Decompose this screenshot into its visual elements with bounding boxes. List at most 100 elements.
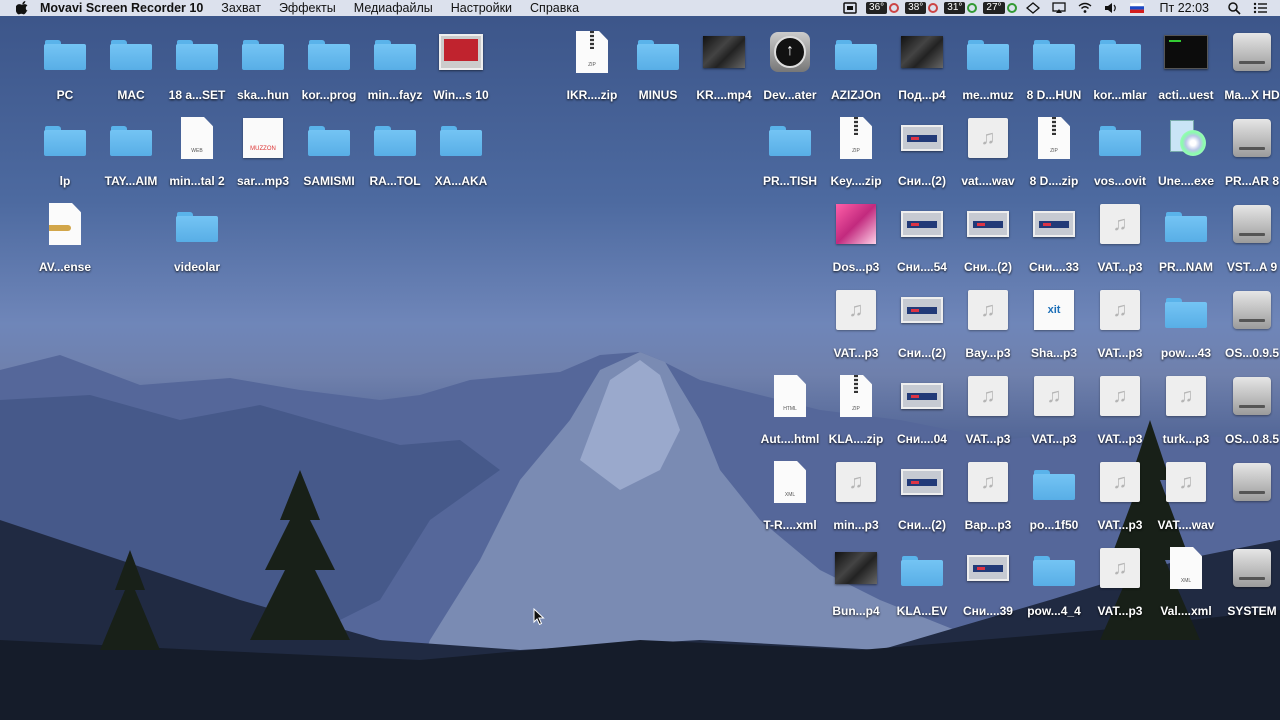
battery-temp-indicator[interactable]: 27° xyxy=(983,2,1017,14)
drive-icon xyxy=(1230,202,1274,246)
desktop-item-label: 18 a...SET xyxy=(168,88,226,102)
folder-icon xyxy=(43,116,87,160)
drive-icon xyxy=(1230,374,1274,418)
screenshot-icon xyxy=(966,546,1010,590)
desktop-item-label: MAC xyxy=(117,88,145,102)
desktop-item-drive[interactable]: Ma...X HD xyxy=(1212,26,1280,106)
desktop-item-label: 8 D....zip xyxy=(1029,174,1079,188)
updater-icon: ↑ xyxy=(768,30,812,74)
desktop-item-label: min...p3 xyxy=(833,518,879,532)
folder-icon xyxy=(109,116,153,160)
screenshot-icon xyxy=(966,202,1010,246)
cpu-temp-indicator[interactable]: 36° xyxy=(866,2,900,14)
audio-icon: ♫ xyxy=(1098,374,1142,418)
audio-icon: ♫ xyxy=(1098,460,1142,504)
screenshot-icon xyxy=(1032,202,1076,246)
audio-icon: ♫ xyxy=(834,288,878,332)
desktop-item-drive[interactable]: OS...0.9.5 xyxy=(1212,284,1280,364)
desktop-item-label: Сни...(2) xyxy=(898,518,946,532)
desktop-icons: PC MAC 18 a...SET ska...hun kor...prog min...… xyxy=(0,0,1280,720)
desktop-item-drive[interactable]: SYSTEM xyxy=(1212,542,1280,622)
license-icon xyxy=(43,202,87,246)
desktop-item-drive[interactable]: OS...0.8.5 xyxy=(1212,370,1280,450)
web-icon: WEB xyxy=(175,116,219,160)
apple-icon[interactable] xyxy=(14,1,30,15)
desktop-item-label: videolar xyxy=(173,260,221,274)
recorder-status-icon[interactable] xyxy=(842,2,858,14)
desktop-item-label: KR....mp4 xyxy=(696,88,752,102)
folder-icon xyxy=(439,116,483,160)
desktop-item-label: VAT....wav xyxy=(1157,518,1215,532)
desktop-item-label: IKR....zip xyxy=(566,88,618,102)
screenshot-icon xyxy=(900,288,944,332)
screenshot-icon xyxy=(900,202,944,246)
menu-help[interactable]: Справка xyxy=(530,1,579,15)
desktop-item-folder[interactable]: videolar xyxy=(157,198,237,278)
folder-icon xyxy=(175,202,219,246)
desktop-item-drive[interactable]: PR...AR 8 xyxy=(1212,112,1280,192)
temp-gauge-icon xyxy=(1006,3,1017,13)
desktop-item-label: KLA...EV xyxy=(896,604,948,618)
wifi-icon[interactable] xyxy=(1077,2,1093,14)
zip-icon: ZIP xyxy=(570,30,614,74)
audio-icon: ♫ xyxy=(966,374,1010,418)
desktop-item-label: Сни....54 xyxy=(897,260,947,274)
desktop-item-drive[interactable] xyxy=(1212,456,1280,536)
menu-settings[interactable]: Настройки xyxy=(451,1,512,15)
language-flag-icon[interactable] xyxy=(1129,2,1145,14)
drive-icon xyxy=(1230,30,1274,74)
desktop-item-label: PR...NAM xyxy=(1159,260,1213,274)
desktop-item-label: Key....zip xyxy=(830,174,882,188)
temp-value: 27° xyxy=(983,2,1005,14)
temp-gauge-icon xyxy=(967,3,978,13)
desktop-item-label: TAY...AIM xyxy=(104,174,158,188)
desktop-item-label: Dos...p3 xyxy=(832,260,880,274)
airplay-icon[interactable] xyxy=(1051,2,1067,14)
menu-effects[interactable]: Эффекты xyxy=(279,1,336,15)
disk-temp-indicator[interactable]: 31° xyxy=(944,2,978,14)
menu-media[interactable]: Медиафайлы xyxy=(354,1,433,15)
video-icon xyxy=(834,546,878,590)
desktop-item-label: kor...prog xyxy=(301,88,357,102)
parallels-icon xyxy=(439,30,483,74)
app-name-menu[interactable]: Movavi Screen Recorder 10 xyxy=(40,1,203,15)
dropbox-icon[interactable] xyxy=(1025,2,1041,14)
menu-capture[interactable]: Захват xyxy=(221,1,261,15)
desktop-item-label: VAT...p3 xyxy=(1097,604,1143,618)
clock[interactable]: Пт 22:03 xyxy=(1160,1,1209,15)
desktop-item-label: MINUS xyxy=(638,88,678,102)
desktop-item-label: XA...AKA xyxy=(434,174,488,188)
folder-icon xyxy=(768,116,812,160)
desktop-item-parallels[interactable]: Win...s 10 xyxy=(421,26,501,106)
desktop-item-label: lp xyxy=(59,174,71,188)
folder-icon xyxy=(43,30,87,74)
desktop-item-folder[interactable]: XA...AKA xyxy=(421,112,501,192)
volume-icon[interactable] xyxy=(1103,2,1119,14)
desktop-item-label: Dev...ater xyxy=(763,88,817,102)
notification-center-icon[interactable] xyxy=(1252,2,1268,14)
folder-icon xyxy=(109,30,153,74)
desktop-item-label: Сни...(2) xyxy=(964,260,1012,274)
muzzon-icon: MUZZON xyxy=(241,116,285,160)
spotlight-search-icon[interactable] xyxy=(1226,1,1242,15)
folder-icon xyxy=(1032,460,1076,504)
desktop-item-license[interactable]: AV...ense xyxy=(25,198,105,278)
desktop-item-label: KLA....zip xyxy=(828,432,884,446)
desktop-item-drive[interactable]: VST...A 9 xyxy=(1212,198,1280,278)
html-icon: HTML xyxy=(768,374,812,418)
audio-icon: ♫ xyxy=(1032,374,1076,418)
desktop-item-label: Bay...p3 xyxy=(965,346,1011,360)
desktop-item-label: Une....exe xyxy=(1157,174,1215,188)
desktop-item-label: VAT...p3 xyxy=(1097,260,1143,274)
folder-icon xyxy=(1164,288,1208,332)
desktop-item-label: Bun...p4 xyxy=(832,604,880,618)
gpu-temp-indicator[interactable]: 38° xyxy=(905,2,939,14)
folder-icon xyxy=(900,546,944,590)
desktop-item-label: acti...uest xyxy=(1158,88,1214,102)
desktop-item-label: 8 D...HUN xyxy=(1026,88,1082,102)
screenshot-icon xyxy=(900,116,944,160)
exe-icon xyxy=(1164,116,1208,160)
video-icon xyxy=(900,30,944,74)
desktop-item-label: T-R....xml xyxy=(763,518,817,532)
desktop-item-label: PC xyxy=(56,88,74,102)
